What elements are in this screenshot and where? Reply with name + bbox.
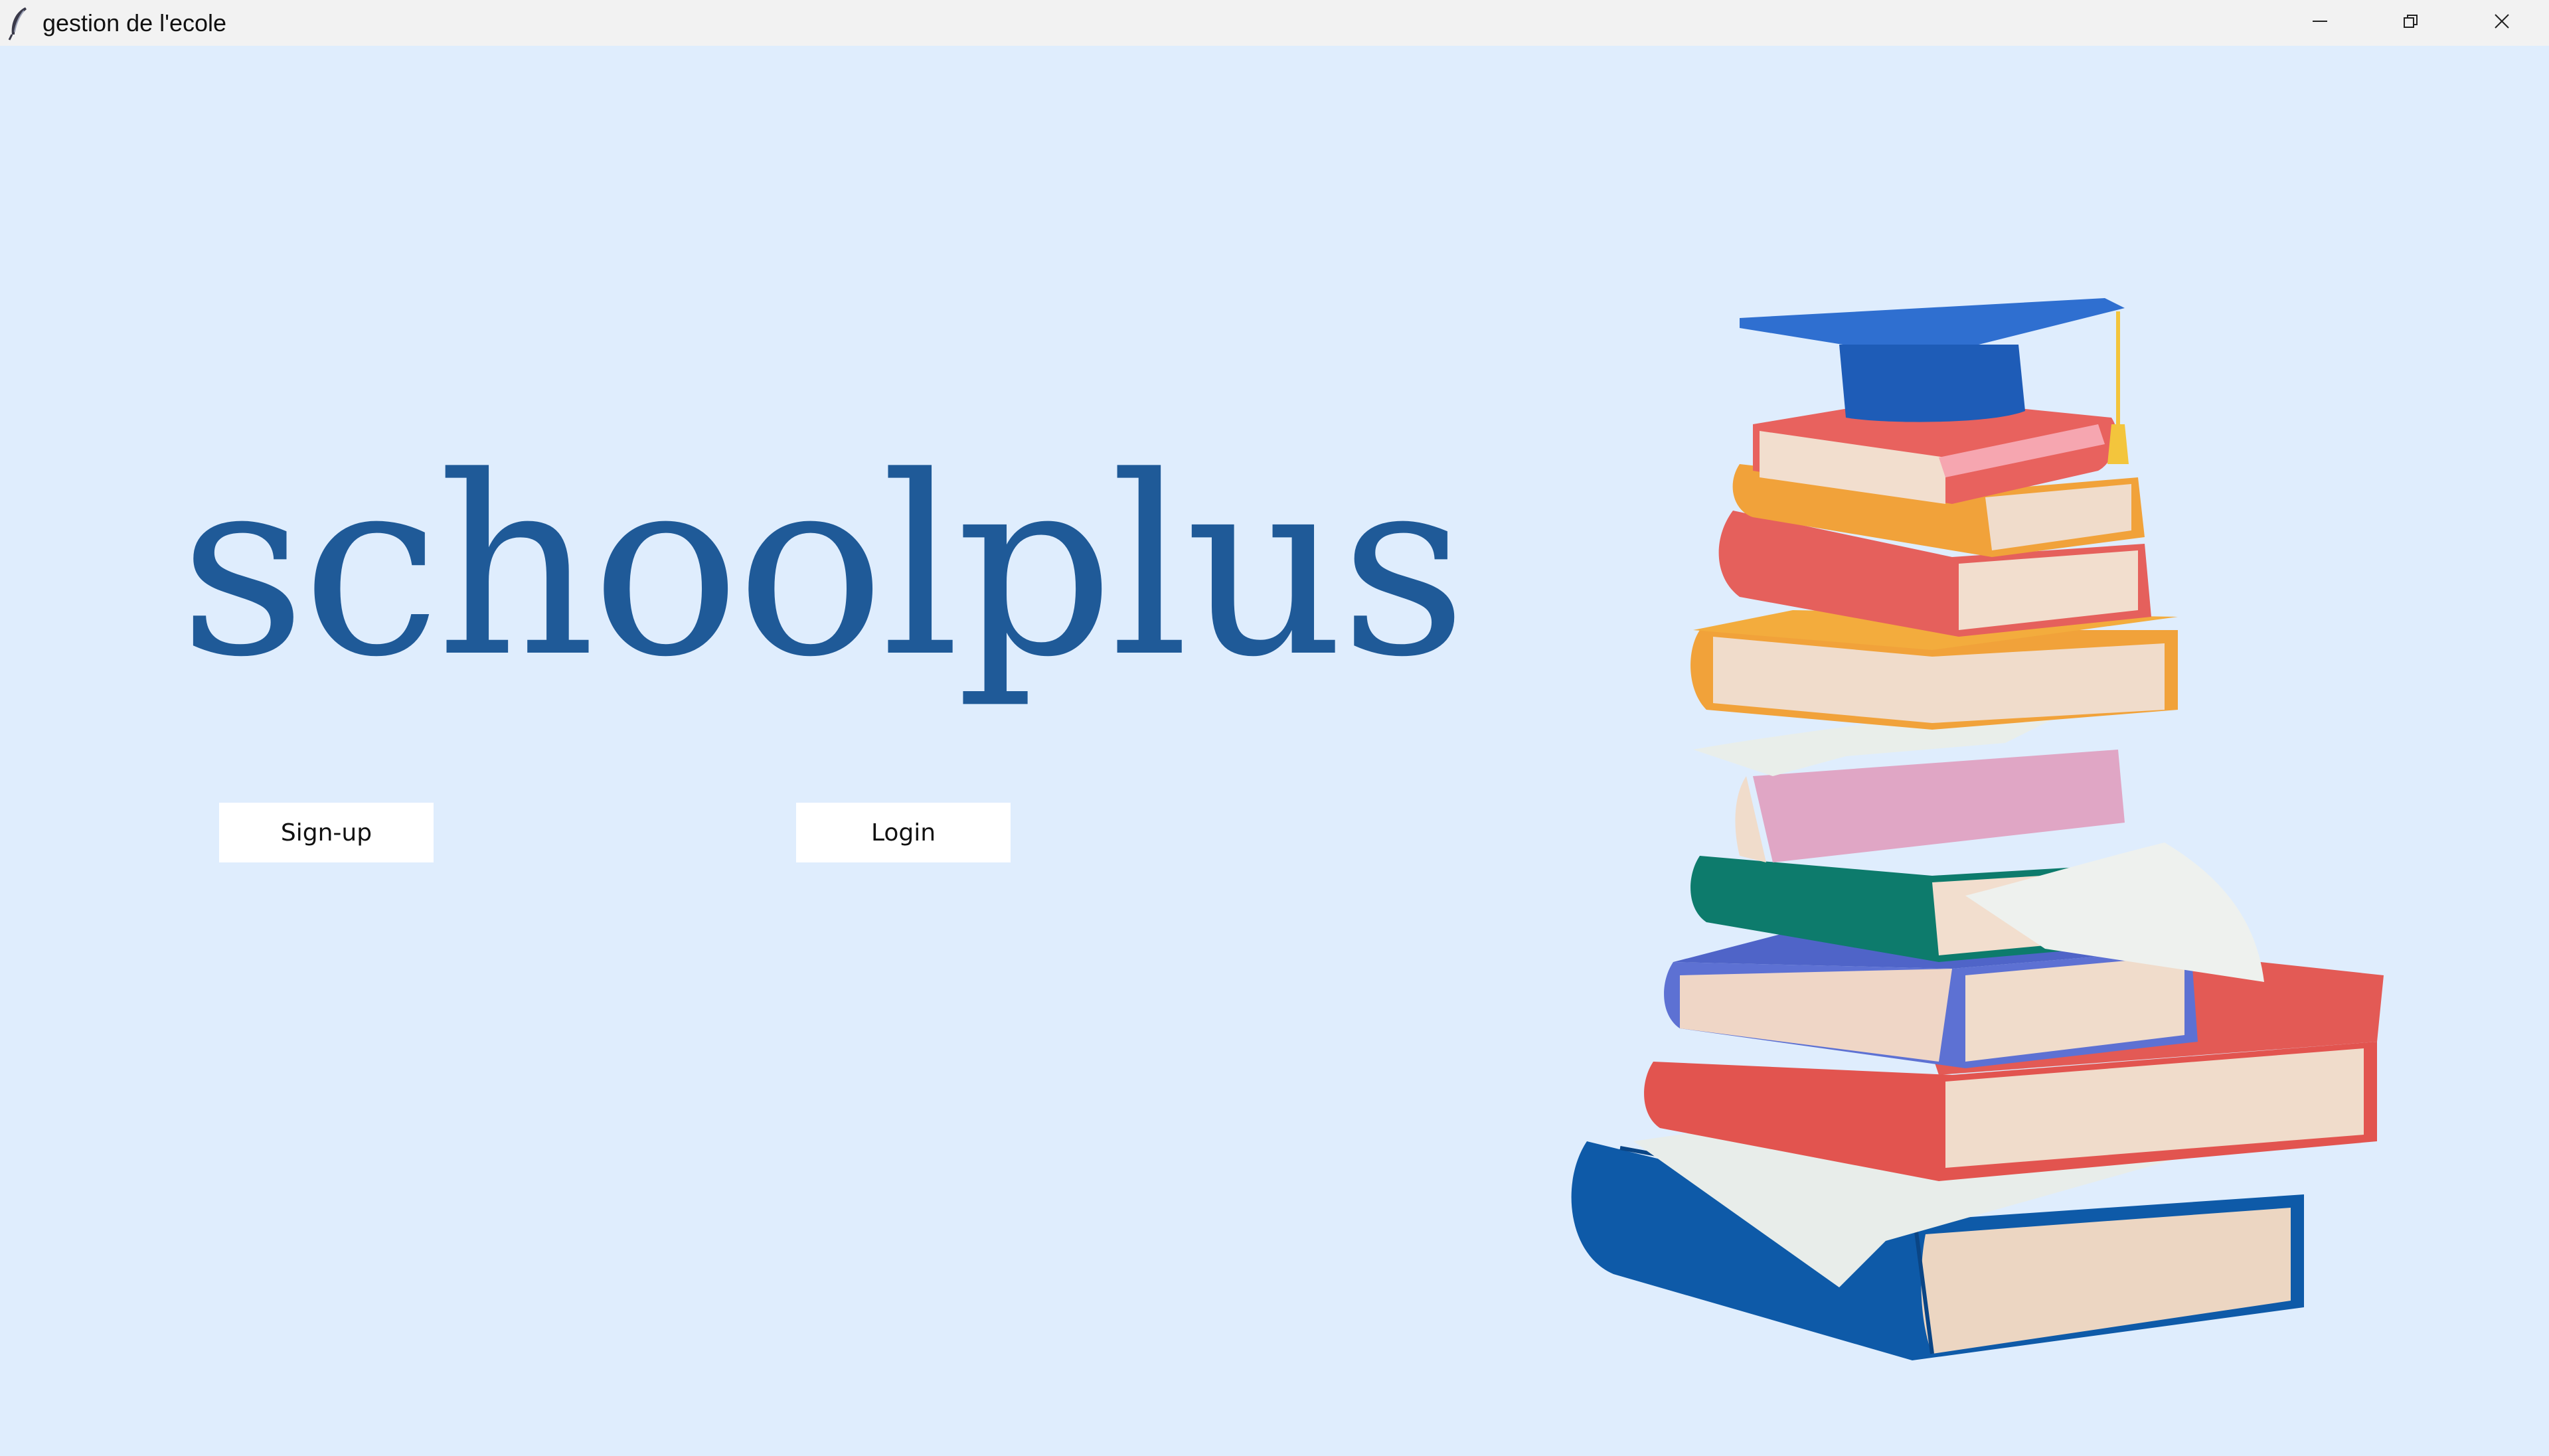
close-icon [2493,13,2510,33]
books-stack-graduation-cap-image [1540,225,2390,1380]
minimize-button[interactable] [2274,0,2365,46]
feather-icon [7,5,31,41]
restore-icon [2402,13,2420,33]
minimize-icon [2311,13,2329,33]
brand-title: schoolplus [179,424,1467,711]
signup-button[interactable]: Sign-up [219,803,434,862]
close-button[interactable] [2456,0,2547,46]
main-content: schoolplus Sign-up Login [0,46,2549,1456]
restore-button[interactable] [2365,0,2456,46]
login-button[interactable]: Login [796,803,1011,862]
window-title: gestion de l'ecole [42,9,227,37]
title-bar: gestion de l'ecole [0,0,2549,46]
